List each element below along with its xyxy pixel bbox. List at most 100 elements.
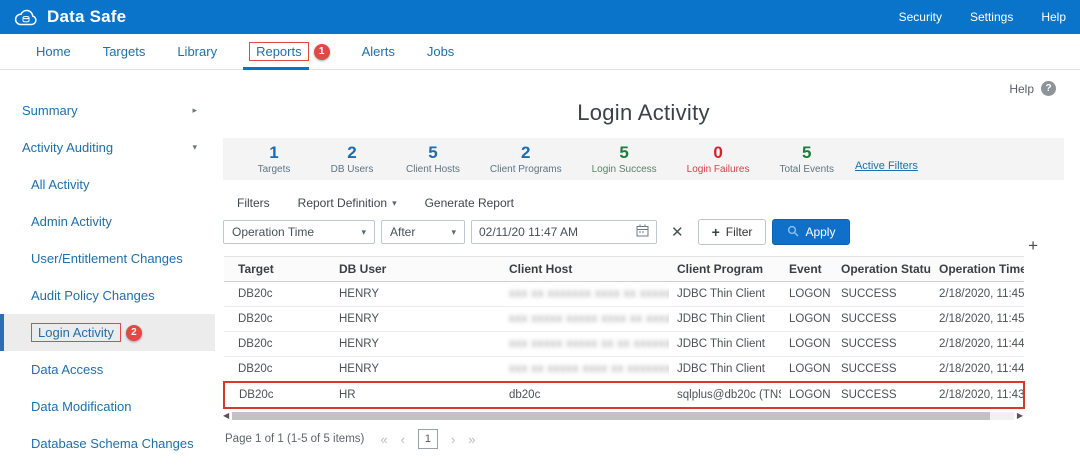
sidebar-item-activity-auditing[interactable]: Activity Auditing▾	[0, 129, 215, 166]
horizontal-scrollbar[interactable]: ◀ ▶	[223, 411, 1023, 420]
cell-event: LOGON	[781, 332, 833, 357]
filters-button[interactable]: Filters	[237, 196, 270, 210]
sidebar-item-label: Login Activity	[31, 323, 121, 342]
cell-text: SUCCESS	[841, 389, 897, 401]
tab-jobs[interactable]: Jobs	[411, 34, 470, 69]
stat-total-events: 5Total Events	[764, 144, 848, 175]
sidebar-item-login-activity[interactable]: Login Activity 2	[0, 314, 215, 351]
table-row[interactable]: DB20cHENRYxxx xxxxx xxxxx xxxx xx xxxxxx…	[224, 307, 1024, 332]
column-header-client-program[interactable]: Client Program	[669, 257, 781, 282]
top-link-security[interactable]: Security	[899, 10, 942, 24]
cell-text: sqlplus@db20c (TNS V1-V3)	[677, 389, 781, 401]
table-row[interactable]: DB20cHRdb20csqlplus@db20c (TNS V1-V3)LOG…	[224, 382, 1024, 408]
cell-text: 2/18/2020, 11:44:50 AM	[939, 338, 1024, 350]
cell-client-host: db20c	[501, 382, 669, 408]
filter-operator-select[interactable]: After ▾	[381, 220, 465, 244]
annotation-step-badge: 2	[126, 325, 142, 341]
scroll-left-icon[interactable]: ◀	[223, 412, 229, 420]
column-header-event[interactable]: Event	[781, 257, 833, 282]
top-utility-links: Security Settings Help	[899, 10, 1066, 24]
sidebar-item-admin-activity[interactable]: Admin Activity	[0, 203, 215, 240]
report-definition-menu[interactable]: Report Definition ▾	[298, 196, 397, 210]
chevron-right-icon: ▸	[192, 105, 197, 116]
stat-client-hosts: 5Client Hosts	[391, 144, 475, 175]
filter-field-select[interactable]: Operation Time ▾	[223, 220, 375, 244]
cell-text: HENRY	[339, 288, 379, 300]
apply-button[interactable]: Apply	[772, 219, 850, 245]
login-activity-table: TargetDB UserClient HostClient ProgramEv…	[223, 256, 1025, 409]
table-row[interactable]: DB20c HENRY xxx xx xxxxxxx xxxx xx xxxxxxx…	[224, 282, 1024, 307]
column-header-operation-time[interactable]: Operation Time	[931, 257, 1024, 282]
first-page-icon[interactable]: «	[380, 432, 387, 447]
cell-text: SUCCESS	[841, 313, 897, 325]
sidebar-item-summary[interactable]: Summary▸	[0, 92, 215, 129]
tab-label: Jobs	[427, 44, 454, 59]
redacted-text: xxx xx xxxxxxx xxxx xx xxxxxxxxx xxx	[509, 288, 669, 300]
cell-client-program: sqlplus@db20c (TNS V1-V3)	[669, 382, 781, 408]
stat-label: Client Programs	[490, 164, 562, 175]
cell-target: DB20c	[224, 282, 331, 307]
scrollbar-thumb[interactable]	[232, 412, 990, 420]
cell-operation-status: SUCCESS	[833, 332, 931, 357]
cell-client-program: JDBC Thin Client	[669, 307, 781, 332]
tab-targets[interactable]: Targets	[87, 34, 162, 69]
stat-value: 0	[687, 144, 750, 162]
column-header-target[interactable]: Target	[224, 257, 331, 282]
add-filter-button[interactable]: + Filter	[698, 219, 767, 245]
next-page-icon[interactable]: ›	[451, 432, 455, 447]
top-link-help[interactable]: Help	[1041, 10, 1066, 24]
cell-target: DB20c	[224, 357, 331, 383]
prev-page-icon[interactable]: ‹	[401, 432, 405, 447]
stat-label: DB Users	[328, 164, 376, 175]
cell-text: DB20c	[238, 288, 273, 300]
cell-client-host: xxx xx xxxxxxx xxxx xx xxxxxxxxx xxx	[501, 282, 669, 307]
filter-datetime-input[interactable]: 02/11/20 11:47 AM	[471, 220, 657, 244]
column-header-client-host[interactable]: Client Host	[501, 257, 669, 282]
calendar-icon[interactable]	[636, 224, 649, 240]
cell-text: JDBC Thin Client	[677, 288, 765, 300]
sidebar-item-user-entitlement-changes[interactable]: User/Entitlement Changes	[0, 240, 215, 277]
table-row[interactable]: DB20c HENRY xxx xx xxxxx xxxx xx xxxxxxxxx…	[224, 357, 1024, 383]
tab-home[interactable]: Home	[20, 34, 87, 69]
last-page-icon[interactable]: »	[468, 432, 475, 447]
scrollbar-track[interactable]	[232, 412, 1014, 420]
cell-event: LOGON	[781, 282, 833, 307]
cell-text: db20c	[509, 389, 540, 401]
redacted-text: xxx xxxxx xxxxx xx xx xxxxxxxxxx xxxx	[509, 338, 669, 350]
sidebar-item-data-access[interactable]: Data Access	[0, 351, 215, 388]
clear-filter-icon[interactable]: ✕	[671, 223, 684, 241]
column-header-db-user[interactable]: DB User	[331, 257, 501, 282]
sidebar-item-label: Data Modification	[31, 399, 131, 414]
add-column-icon[interactable]: +	[1028, 239, 1038, 253]
top-link-settings[interactable]: Settings	[970, 10, 1013, 24]
cell-operation-time: 2/18/2020, 11:45:31 AM	[931, 282, 1024, 307]
cell-text: LOGON	[789, 288, 831, 300]
active-filters-link[interactable]: Active Filters	[855, 160, 918, 175]
main-nav-tabbar: HomeTargetsLibraryReports1Alerts Jobs	[0, 34, 1080, 70]
help-link[interactable]: Help ?	[1009, 81, 1056, 96]
sidebar-item-database-schema-changes[interactable]: Database Schema Changes	[0, 425, 215, 462]
cell-event: LOGON	[781, 357, 833, 383]
results-table-container: + TargetDB UserClient HostClient Program…	[223, 256, 1023, 449]
stat-value: 5	[592, 144, 657, 162]
column-header-operation-status[interactable]: Operation Status	[833, 257, 931, 282]
sidebar-item-label: Database Schema Changes	[31, 436, 194, 451]
help-question-icon[interactable]: ?	[1041, 81, 1056, 96]
sidebar-item-all-activity[interactable]: All Activity	[0, 166, 215, 203]
tab-library[interactable]: Library	[161, 34, 233, 69]
tab-alerts[interactable]: Alerts	[346, 34, 411, 69]
filter-row: Operation Time ▾ After ▾ 02/11/20 11:47 …	[223, 219, 1064, 245]
generate-report-button[interactable]: Generate Report	[425, 196, 514, 210]
stat-label: Targets	[250, 164, 298, 175]
cell-text: HENRY	[339, 363, 379, 375]
sidebar-item-data-modification[interactable]: Data Modification	[0, 388, 215, 425]
report-sidebar: Summary▸Activity Auditing▾All ActivityAd…	[0, 70, 215, 473]
help-label: Help	[1009, 82, 1034, 96]
redacted-text: xxx xxxxx xxxxx xxxx xx xxxxxxxx xxx	[509, 313, 669, 325]
redacted-text: xxx xx xxxxx xxxx xx xxxxxxxxx xxxx	[509, 363, 669, 375]
tab-reports[interactable]: Reports1	[233, 34, 346, 69]
scroll-right-icon[interactable]: ▶	[1017, 412, 1023, 420]
current-page-button[interactable]: 1	[418, 429, 438, 449]
sidebar-item-audit-policy-changes[interactable]: Audit Policy Changes	[0, 277, 215, 314]
table-row[interactable]: DB20cHENRYxxx xxxxx xxxxx xx xx xxxxxxxx…	[224, 332, 1024, 357]
